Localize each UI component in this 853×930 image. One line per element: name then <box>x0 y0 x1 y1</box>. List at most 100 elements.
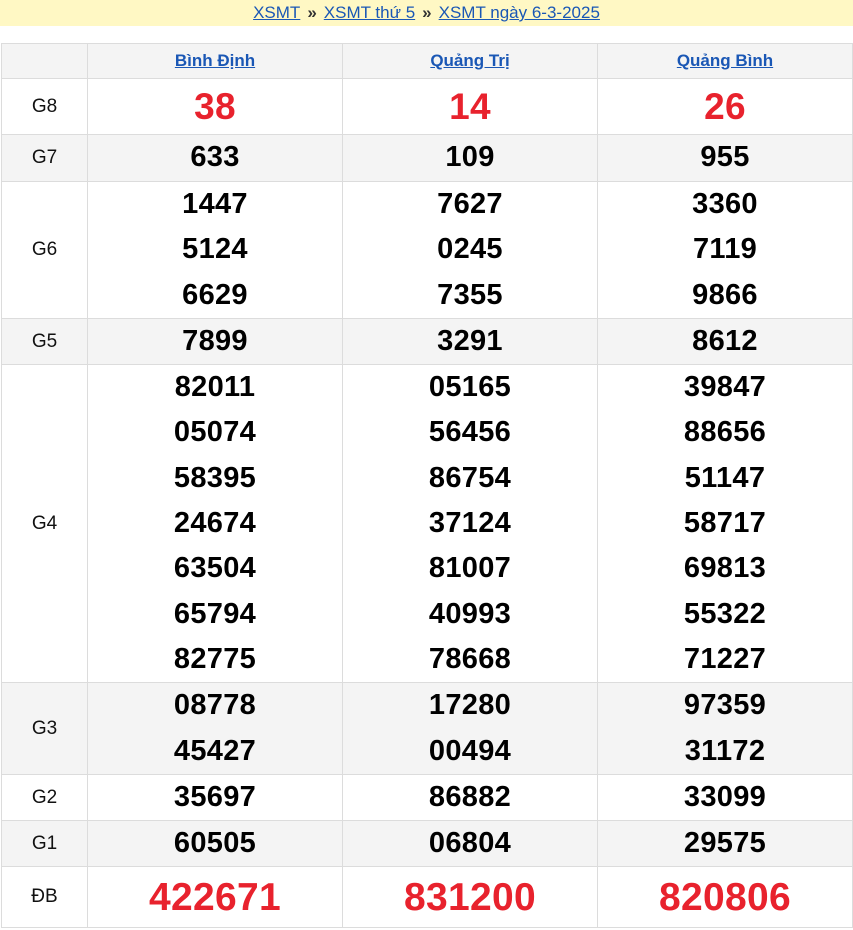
prize-cell: 7899 <box>87 317 343 366</box>
prize-number: 6629 <box>182 278 248 311</box>
prize-number: 31172 <box>684 734 766 767</box>
prize-cell: 35697 <box>87 773 343 822</box>
prize-number: 633 <box>190 141 240 174</box>
prize-number: 39847 <box>683 371 767 404</box>
province-header-cell: Bình Định <box>87 43 343 79</box>
prize-number: 45427 <box>173 734 257 767</box>
prize-number: 14 <box>449 86 491 127</box>
prize-number: 60505 <box>173 827 257 860</box>
prize-label: G3 <box>1 682 88 775</box>
prize-row: G3 08778 45427 17280 00494 97359 31172 <box>1 682 853 775</box>
prize-cell: 26 <box>597 78 853 135</box>
prize-cell: 17280 00494 <box>342 682 598 775</box>
prize-cell: 1447 5124 6629 <box>87 181 343 319</box>
prize-number: 58395 <box>173 461 257 494</box>
prize-number: 17280 <box>428 689 512 722</box>
prize-label: ĐB <box>1 866 88 929</box>
prize-cell: 97359 31172 <box>597 682 853 775</box>
prize-number: 29575 <box>683 827 767 860</box>
prize-number: 7627 <box>437 188 503 220</box>
prize-number: 05165 <box>428 371 512 404</box>
prize-number: 63504 <box>173 552 257 585</box>
prize-row: G6 1447 5124 6629 7627 0245 7355 3360 7119 9866 <box>1 181 853 319</box>
prize-cell: 38 <box>87 78 343 135</box>
prize-number: 40993 <box>428 597 512 630</box>
prize-number: 7355 <box>437 278 503 311</box>
special-prize-number: 820806 <box>659 875 791 919</box>
prize-label: G4 <box>1 364 88 684</box>
special-prize-number: 831200 <box>404 875 536 919</box>
breadcrumb-link-xsmt[interactable]: XSMT <box>253 3 300 23</box>
province-link-quang-binh[interactable]: Quảng Bình <box>677 51 773 70</box>
prize-number: 86882 <box>428 780 512 813</box>
prize-number: 0245 <box>437 233 503 266</box>
prize-number: 82011 <box>174 371 256 404</box>
prize-number: 7119 <box>692 233 758 266</box>
prize-number: 37124 <box>428 507 512 540</box>
prize-number: 82775 <box>173 642 257 675</box>
prize-number: 3360 <box>692 188 758 220</box>
prize-cell: 60505 <box>87 820 343 868</box>
prize-row: G8 38 14 26 <box>1 78 853 135</box>
special-prize-number: 422671 <box>149 875 281 919</box>
prize-cell: 82011 05074 58395 24674 63504 65794 82775 <box>87 364 343 684</box>
prize-cell: 8612 <box>597 317 853 366</box>
prize-cell: 422671 <box>87 866 343 929</box>
prize-cell: 820806 <box>597 866 853 929</box>
prize-number: 71227 <box>683 642 767 675</box>
prize-number: 08778 <box>173 689 257 722</box>
prize-row: ĐB 422671 831200 820806 <box>1 866 853 929</box>
prize-cell: 39847 88656 51147 58717 69813 55322 71227 <box>597 364 853 684</box>
prize-number: 24674 <box>173 507 257 540</box>
province-link-quang-tri[interactable]: Quảng Trị <box>430 51 509 70</box>
prize-label: G8 <box>1 78 88 135</box>
prize-cell: 05165 56456 86754 37124 81007 40993 78668 <box>342 364 598 684</box>
prize-number: 5124 <box>182 233 248 266</box>
prize-number: 38 <box>194 86 236 127</box>
prize-row: G2 35697 86882 33099 <box>1 773 853 822</box>
breadcrumb-separator: » <box>307 3 317 22</box>
prize-number: 78668 <box>428 642 512 675</box>
prize-cell: 3360 7119 9866 <box>597 181 853 319</box>
prize-cell: 831200 <box>342 866 598 929</box>
prize-number: 06804 <box>428 827 512 860</box>
prize-number: 05074 <box>173 416 257 449</box>
prize-cell: 3291 <box>342 317 598 366</box>
prize-number: 65794 <box>173 597 257 630</box>
prize-label: G1 <box>1 820 88 868</box>
prize-cell: 7627 0245 7355 <box>342 181 598 319</box>
prize-cell: 109 <box>342 134 598 182</box>
prize-number: 97359 <box>683 689 767 722</box>
prize-number: 35697 <box>173 780 257 813</box>
prize-number: 8612 <box>692 324 758 357</box>
prize-number: 9866 <box>692 278 758 311</box>
prize-number: 33099 <box>683 780 767 813</box>
province-header-cell: Quảng Bình <box>597 43 853 79</box>
breadcrumb-link-xsmt-date[interactable]: XSMT ngày 6-3-2025 <box>439 3 600 23</box>
prize-number: 109 <box>445 141 495 174</box>
prize-number: 81007 <box>428 552 512 585</box>
breadcrumb-link-xsmt-thu-5[interactable]: XSMT thứ 5 <box>324 3 415 23</box>
prize-number: 3291 <box>437 324 503 357</box>
prize-number: 955 <box>700 141 750 174</box>
prize-label: G2 <box>1 773 88 822</box>
breadcrumb: XSMT » XSMT thứ 5 » XSMT ngày 6-3-2025 <box>0 0 853 26</box>
prize-label: G6 <box>1 181 88 319</box>
province-link-binh-dinh[interactable]: Bình Định <box>175 51 255 70</box>
prize-cell: 955 <box>597 134 853 182</box>
prize-number: 26 <box>704 86 746 127</box>
breadcrumb-separator: » <box>422 3 432 22</box>
prize-number: 00494 <box>428 734 512 767</box>
prize-row: G4 82011 05074 58395 24674 63504 65794 82775 051… <box>1 364 853 684</box>
prize-number: 88656 <box>683 416 767 449</box>
province-header-cell: Quảng Trị <box>342 43 598 79</box>
lottery-results-table: Bình Định Quảng Trị Quảng Bình G8 38 14 26 G… <box>1 43 853 929</box>
prize-label: G5 <box>1 317 88 366</box>
prize-number: 51147 <box>684 461 766 494</box>
prize-label: G7 <box>1 134 88 182</box>
header-corner-cell <box>1 43 88 79</box>
prize-number: 7899 <box>182 324 248 357</box>
prize-cell: 08778 45427 <box>87 682 343 775</box>
prize-row: G7 633 109 955 <box>1 134 853 182</box>
